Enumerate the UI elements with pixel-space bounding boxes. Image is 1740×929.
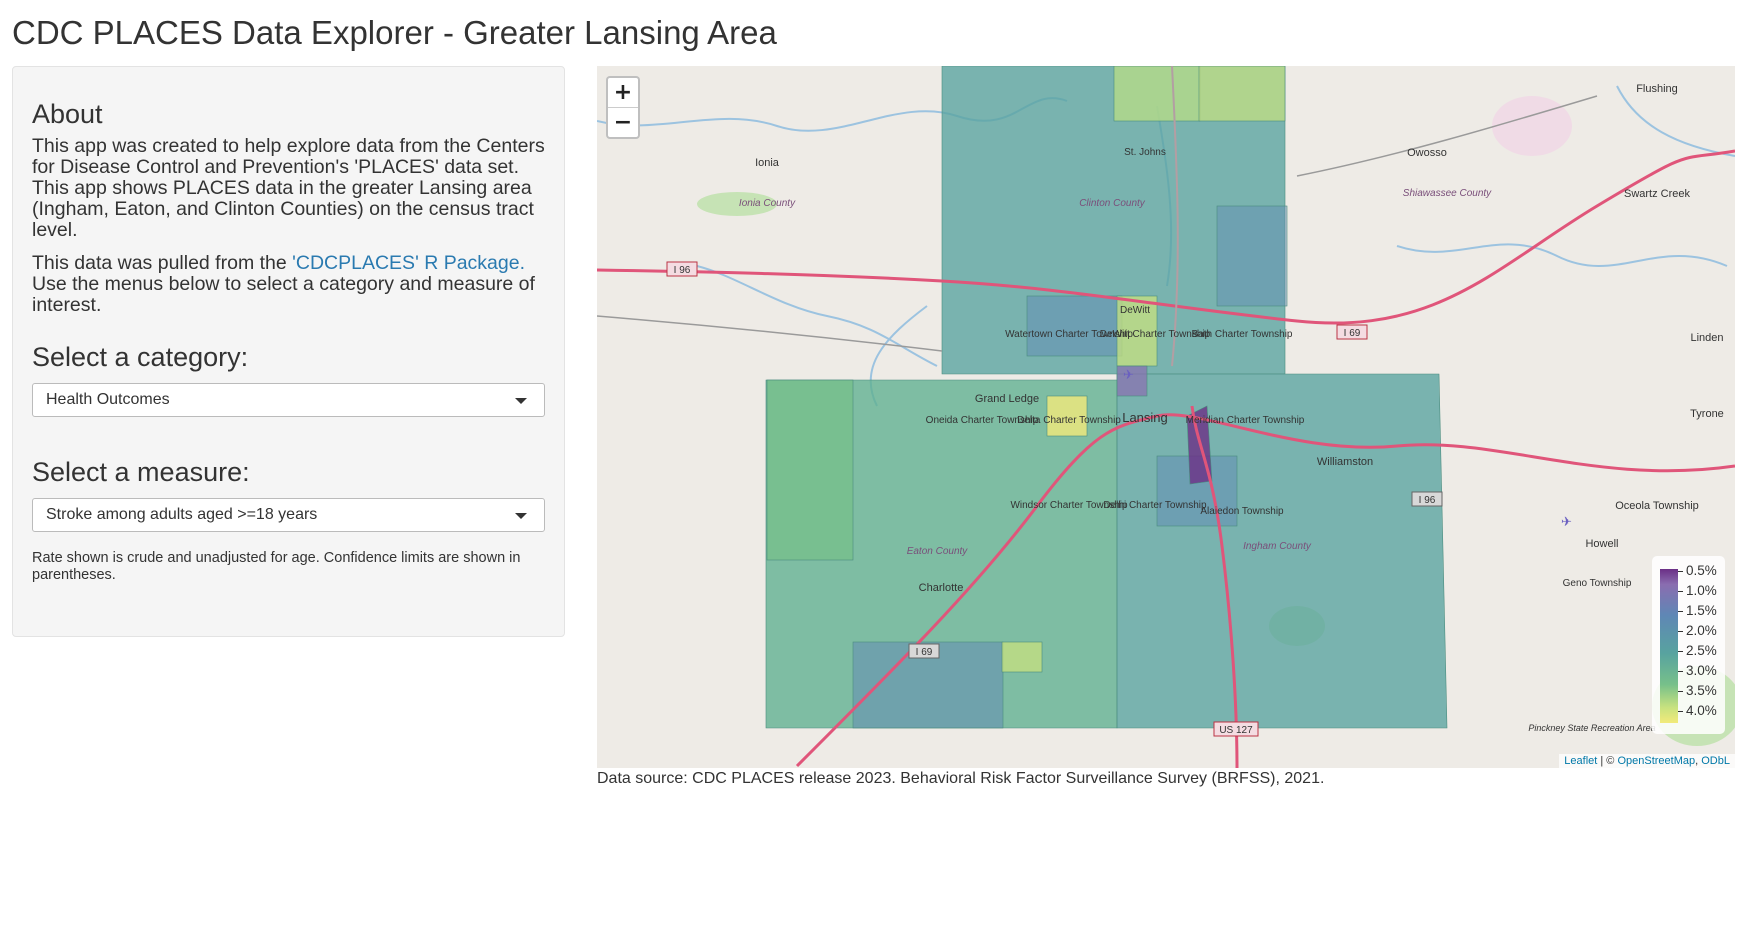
label-ionia: Ionia (755, 157, 780, 169)
attribution-separator: | © (1597, 755, 1618, 767)
measure-label: Select a measure: (32, 457, 250, 487)
census-tract[interactable] (1001, 641, 1043, 673)
map-legend: 0.5% 1.0% 1.5% 2.0% 2.5% 3.0% 3.5% 4.0% (1652, 556, 1725, 734)
chevron-down-icon (515, 398, 527, 404)
legend-label: 3.0% (1678, 663, 1717, 678)
label-lansing: Lansing (1122, 410, 1168, 425)
category-label: Select a category: (32, 342, 249, 372)
label-ingham-county: Ingham County (1243, 541, 1312, 552)
label-howell: Howell (1585, 538, 1618, 550)
category-selected-value: Health Outcomes (46, 391, 170, 408)
label-flushing: Flushing (1636, 83, 1678, 95)
label-charlotte: Charlotte (919, 582, 964, 594)
label-williamston: Williamston (1317, 456, 1373, 468)
leaflet-link[interactable]: Leaflet (1564, 755, 1597, 767)
source-suffix: Use the menus below to select a category… (32, 273, 535, 316)
flushing-urban-area (1492, 96, 1572, 156)
page-title: CDC PLACES Data Explorer - Greater Lansi… (12, 14, 777, 51)
chevron-down-icon (515, 513, 527, 519)
airport-icon: ✈ (1561, 514, 1572, 529)
legend-label: 2.0% (1678, 623, 1717, 638)
census-tract[interactable] (1198, 66, 1286, 122)
legend-label: 1.0% (1678, 583, 1717, 598)
odbl-link[interactable]: ODbL (1701, 755, 1730, 767)
legend-label: 4.0% (1678, 703, 1717, 718)
legend-label: 3.5% (1678, 683, 1717, 698)
about-text: This app was created to help explore dat… (32, 135, 545, 241)
airport-icon: ✈ (1123, 367, 1134, 382)
choropleth-map[interactable]: I 96 I 69 I 96 I 69 US 127 Ionia Owosso … (597, 66, 1735, 768)
label-delta-township: Delta Charter Township (1017, 415, 1121, 426)
census-tract[interactable] (1026, 295, 1123, 357)
label-oceola-township: Oceola Township (1615, 500, 1699, 512)
legend-label: 1.5% (1678, 603, 1717, 618)
zoom-control: + − (606, 76, 640, 139)
label-linden: Linden (1690, 332, 1723, 344)
zoom-out-button[interactable]: − (608, 107, 638, 137)
label-grand-ledge: Grand Ledge (975, 393, 1039, 405)
label-eaton-county: Eaton County (907, 546, 969, 557)
cdcplaces-package-link[interactable]: 'CDCPLACES' R Package. (292, 252, 525, 274)
census-tract[interactable] (1216, 205, 1288, 307)
label-tyrone: Tyrone (1690, 408, 1724, 420)
label-pinckney-area: Pinckney State Recreation Area (1528, 723, 1655, 733)
openstreetmap-link[interactable]: OpenStreetMap (1617, 755, 1695, 767)
category-select[interactable]: Health Outcomes (32, 383, 545, 417)
label-shiawassee-county: Shiawassee County (1403, 188, 1492, 199)
label-owosso: Owosso (1407, 147, 1447, 159)
data-source-caption: Data source: CDC PLACES release 2023. Be… (597, 770, 1325, 787)
i69-south-shield: I 69 (916, 647, 933, 658)
label-clinton-county: Clinton County (1079, 198, 1146, 209)
legend-color-ramp (1660, 569, 1678, 723)
legend-label: 0.5% (1678, 563, 1717, 578)
sidebar-panel: About This app was created to help explo… (12, 66, 565, 637)
i69-east-shield: I 69 (1344, 328, 1361, 339)
i96-west-shield: I 96 (674, 265, 691, 276)
map-canvas[interactable]: I 96 I 69 I 96 I 69 US 127 Ionia Owosso … (597, 66, 1735, 768)
label-alaiedon-township: Alaiedon Township (1200, 506, 1284, 517)
label-swartz-creek: Swartz Creek (1624, 188, 1691, 200)
label-dewitt: DeWitt (1120, 305, 1150, 316)
label-st-johns: St. Johns (1124, 147, 1166, 158)
label-ionia-county: Ionia County (739, 198, 796, 209)
census-tract[interactable] (1113, 66, 1201, 122)
source-prefix: This data was pulled from the (32, 252, 293, 274)
label-geno-township: Geno Township (1563, 578, 1632, 589)
about-heading: About (32, 99, 103, 129)
census-tract[interactable] (766, 379, 854, 561)
label-meridian-township: Meridian Charter Township (1186, 415, 1305, 426)
source-paragraph: This data was pulled from the 'CDCPLACES… (32, 253, 545, 316)
measure-selected-value: Stroke among adults aged >=18 years (46, 506, 318, 523)
i96-east-shield: I 96 (1419, 495, 1436, 506)
rate-note: Rate shown is crude and unadjusted for a… (32, 550, 521, 583)
map-attribution: Leaflet | © OpenStreetMap, ODbL (1559, 754, 1735, 768)
legend-label: 2.5% (1678, 643, 1717, 658)
measure-select[interactable]: Stroke among adults aged >=18 years (32, 498, 545, 532)
label-bath-township: Bath Charter Township (1192, 329, 1293, 340)
us127-shield: US 127 (1219, 725, 1253, 736)
label-delhi-township: Delhi Charter Township (1103, 500, 1207, 511)
zoom-in-button[interactable]: + (608, 78, 638, 107)
